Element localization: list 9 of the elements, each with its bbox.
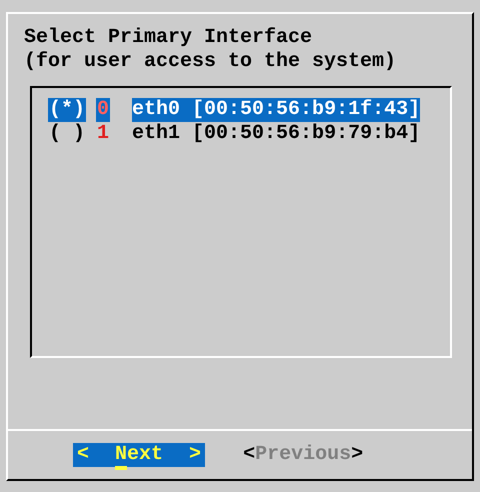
radio-marker[interactable]: (*) [48, 98, 86, 122]
hotkey-number: 1 [96, 122, 110, 146]
hotkey-number: 0 [96, 98, 110, 122]
radio-marker[interactable]: ( ) [48, 122, 86, 146]
wizard-button[interactable]: < Next > [73, 443, 206, 467]
interface-label[interactable]: eth1 [00:50:56:b9:79:b4] [132, 122, 420, 146]
dialog-title: (for user access to the system) [24, 50, 398, 74]
dialog-title: Select Primary Interface [24, 26, 314, 50]
interface-label[interactable]: eth0 [00:50:56:b9:1f:43] [132, 98, 420, 122]
